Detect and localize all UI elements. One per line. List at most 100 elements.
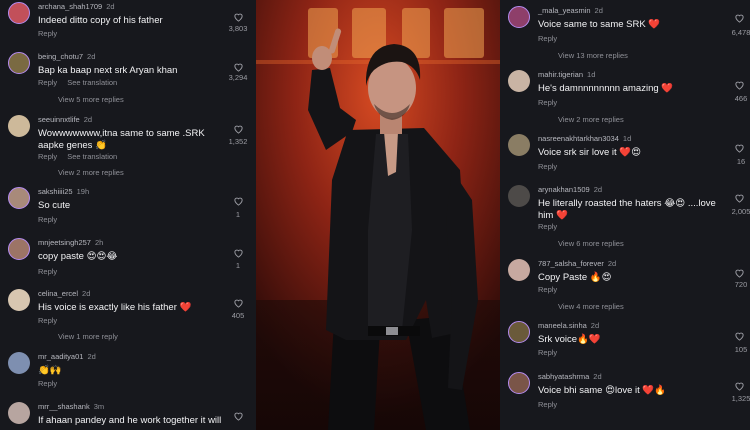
reply-link[interactable]: Reply <box>538 34 557 43</box>
like-count: 1 <box>235 261 241 270</box>
comment-username[interactable]: mnjeetsingh257 2h <box>38 238 103 247</box>
avatar[interactable] <box>8 115 30 137</box>
avatar[interactable] <box>508 321 530 343</box>
comment-meta: Reply <box>538 98 557 107</box>
comment-meta: Reply <box>38 316 57 325</box>
reply-link[interactable]: Reply <box>538 162 557 171</box>
comment-meta: Reply <box>538 222 557 231</box>
comment-text: copy paste 😍😍😂 <box>38 251 118 262</box>
like-count: 3,803 <box>228 24 248 33</box>
comment-username[interactable]: seeuinnxtlife 2d <box>38 115 92 124</box>
reply-link[interactable]: Reply <box>38 152 57 161</box>
comment-text: He literally roasted the haters 😂😍 ....l… <box>538 198 716 221</box>
avatar[interactable] <box>508 70 530 92</box>
comment-text: If ahaan pandey and he work together it … <box>38 415 222 426</box>
view-more-replies[interactable]: View 13 more replies <box>558 51 628 60</box>
view-more-replies[interactable]: View 6 more replies <box>558 239 624 248</box>
comment-username[interactable]: mahir.tigerian 1d <box>538 70 595 79</box>
view-more-replies[interactable]: View 1 more reply <box>58 332 118 341</box>
reply-link[interactable]: Reply <box>538 98 557 107</box>
reply-link[interactable]: Reply <box>38 267 57 276</box>
avatar[interactable] <box>8 289 30 311</box>
reply-link[interactable]: Reply <box>538 285 557 294</box>
comment-meta: Reply <box>538 348 557 357</box>
comment-username[interactable]: celina_ercel 2d <box>38 289 90 298</box>
comment-text: Srk voice🔥❤️ <box>538 334 601 345</box>
avatar[interactable] <box>8 52 30 74</box>
reply-link[interactable]: Reply <box>38 379 57 388</box>
view-more-replies[interactable]: View 5 more replies <box>58 95 124 104</box>
reply-link[interactable]: Reply <box>538 400 557 409</box>
comment-username[interactable]: mrr__shashank 3m <box>38 402 104 411</box>
heart-icon[interactable] <box>734 80 745 90</box>
comment-meta: Reply See translation <box>38 152 117 161</box>
reply-link[interactable]: Reply <box>538 348 557 357</box>
heart-icon[interactable] <box>233 62 244 72</box>
heart-icon[interactable] <box>734 268 745 278</box>
comment-meta: Reply <box>38 29 57 38</box>
like-count: 16 <box>736 157 746 166</box>
see-translation-link[interactable]: See translation <box>67 78 117 87</box>
comment-meta: Reply <box>38 215 57 224</box>
comment-text: Bap ka baap next srk Aryan khan <box>38 65 178 76</box>
heart-icon[interactable] <box>233 12 244 22</box>
heart-icon[interactable] <box>734 381 745 391</box>
heart-icon[interactable] <box>233 411 244 421</box>
comment-text: Voice bhi same 😍love it ❤️🔥 <box>538 385 667 396</box>
avatar[interactable] <box>508 259 530 281</box>
comment-meta: Reply <box>38 379 57 388</box>
avatar[interactable] <box>508 185 530 207</box>
comment-text: Copy Paste 🔥😍 <box>538 272 612 283</box>
avatar[interactable] <box>8 187 30 209</box>
heart-icon[interactable] <box>233 124 244 134</box>
comment-meta: Reply <box>38 267 57 276</box>
reply-link[interactable]: Reply <box>38 316 57 325</box>
heart-icon[interactable] <box>233 196 244 206</box>
comment-username[interactable]: nasreenakhtarkhan3034 1d <box>538 134 631 143</box>
comment-meta: Reply <box>538 34 557 43</box>
avatar[interactable] <box>8 2 30 24</box>
heart-icon[interactable] <box>734 331 745 341</box>
comment-username[interactable]: 787_salsha_forever 2d <box>538 259 616 268</box>
view-more-replies[interactable]: View 4 more replies <box>558 302 624 311</box>
avatar[interactable] <box>508 6 530 28</box>
comment-text: Wowwwwwww,itna same to same .SRK aapke g… <box>38 128 205 151</box>
avatar[interactable] <box>8 238 30 260</box>
like-count: 3,294 <box>228 73 248 82</box>
heart-icon[interactable] <box>734 13 745 23</box>
heart-icon[interactable] <box>233 298 244 308</box>
avatar[interactable] <box>8 402 30 424</box>
heart-icon[interactable] <box>233 248 244 258</box>
comment-username[interactable]: mr_aaditya01 2d <box>38 352 96 361</box>
avatar[interactable] <box>508 134 530 156</box>
view-more-replies[interactable]: View 2 more replies <box>58 168 124 177</box>
comment-text: 👏🙌 <box>38 365 62 376</box>
comment-username[interactable]: sabhyatashrma 2d <box>538 372 602 381</box>
see-translation-link[interactable]: See translation <box>67 152 117 161</box>
comment-meta: Reply See translation <box>38 78 117 87</box>
comment-username[interactable]: sakshiiii25 19h <box>38 187 89 196</box>
comment-username[interactable]: being_chotu7 2d <box>38 52 95 61</box>
comment-username[interactable]: arynakhan1509 2d <box>538 185 602 194</box>
reply-link[interactable]: Reply <box>538 222 557 231</box>
comment-text: He's damnnnnnnnn amazing ❤️ <box>538 83 674 94</box>
comment-text: Voice srk sir love it ❤️😍 <box>538 147 642 158</box>
heart-icon[interactable] <box>734 193 745 203</box>
avatar[interactable] <box>508 372 530 394</box>
comment-text: So cute <box>38 200 71 211</box>
comment-text: Voice same to same SRK ❤️ <box>538 19 661 30</box>
comment-username[interactable]: archana_shah1709 2d <box>38 2 115 11</box>
reply-link[interactable]: Reply <box>38 215 57 224</box>
comment-username[interactable]: _mala_yeasmin 2d <box>538 6 603 15</box>
video-frame[interactable] <box>256 0 500 430</box>
like-count: 2,005 <box>731 207 750 216</box>
comment-username[interactable]: maneela.sinha 2d <box>538 321 599 330</box>
like-count: 466 <box>734 94 748 103</box>
avatar[interactable] <box>8 352 30 374</box>
view-more-replies[interactable]: View 2 more replies <box>558 115 624 124</box>
video-still-image <box>256 0 500 430</box>
reply-link[interactable]: Reply <box>38 78 57 87</box>
reply-link[interactable]: Reply <box>38 29 57 38</box>
comment-text: His voice is exactly like his father ❤️ <box>38 302 192 313</box>
heart-icon[interactable] <box>734 143 745 153</box>
